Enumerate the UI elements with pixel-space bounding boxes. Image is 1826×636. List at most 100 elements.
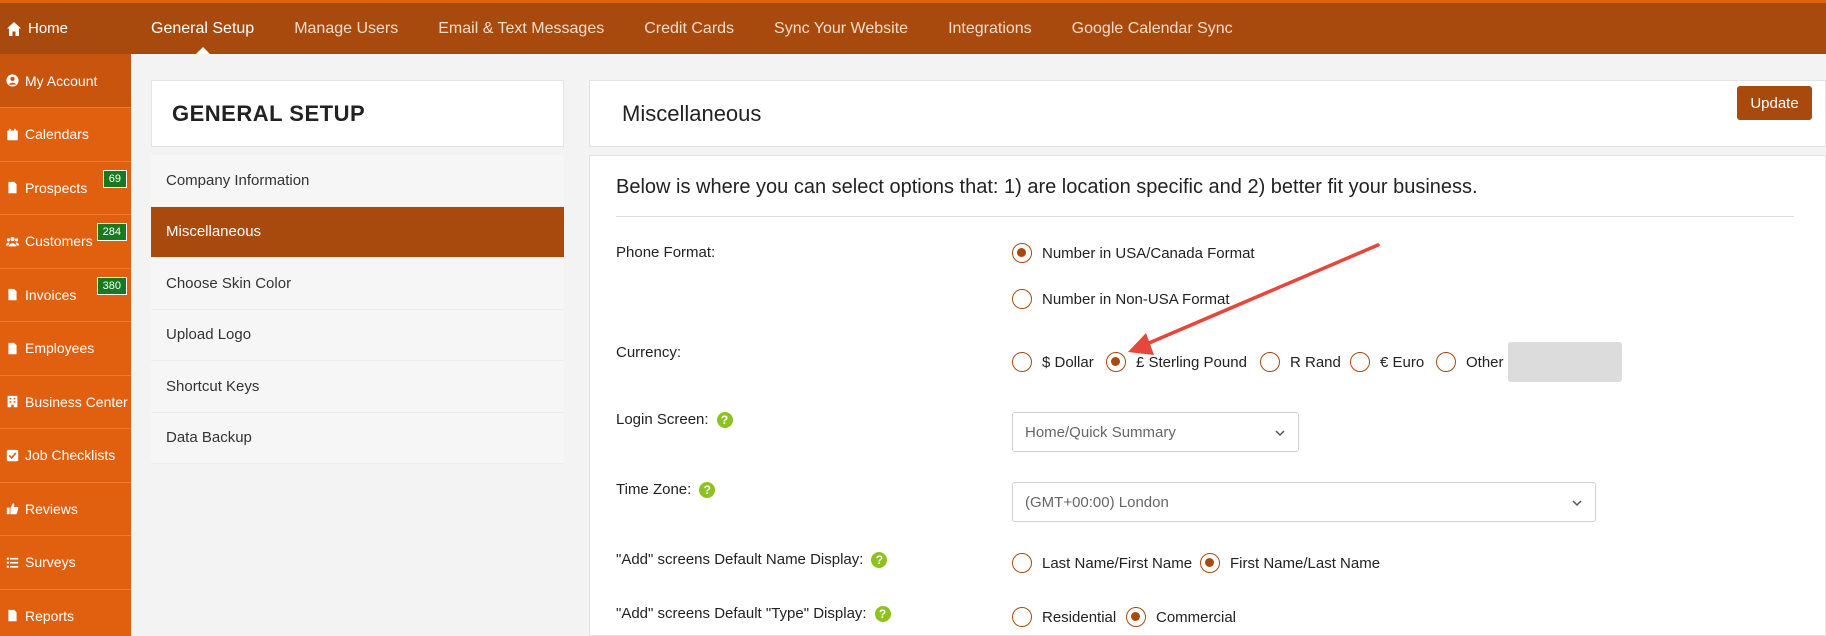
sidebar-item-label: My Account	[25, 72, 98, 89]
sidebar-item-customers[interactable]: Customers 284	[0, 215, 131, 269]
help-icon[interactable]: ?	[874, 605, 891, 622]
home-label: Home	[28, 20, 69, 37]
currency-dollar-radio[interactable]: $ Dollar	[1012, 352, 1094, 372]
sidebar-item-calendars[interactable]: Calendars	[0, 108, 131, 162]
login-screen-label-text: Login Screen:	[616, 411, 709, 428]
name-display-label: "Add" screens Default Name Display: ?	[616, 551, 888, 568]
currency-label-text: Currency:	[616, 344, 682, 361]
top-navbar: Home General Setup Manage Users Email & …	[0, 0, 1826, 54]
general-setup-title: GENERAL SETUP	[172, 100, 366, 126]
login-screen-select[interactable]: Home/Quick Summary	[1012, 412, 1299, 452]
tab-manage-users[interactable]: Manage Users	[274, 3, 418, 54]
settings-panel: Below is where you can select options th…	[589, 155, 1826, 636]
sidebar-item-reports[interactable]: Reports	[0, 590, 131, 636]
sidebar-item-reviews[interactable]: Reviews	[0, 483, 131, 536]
sidebar-item-employees[interactable]: Employees	[0, 322, 131, 376]
currency-euro-radio[interactable]: € Euro	[1350, 352, 1424, 372]
sidebar-item-prospects[interactable]: Prospects 69	[0, 162, 131, 215]
menu-item-upload-logo[interactable]: Upload Logo	[151, 310, 564, 361]
radio-label: Number in USA/Canada Format	[1042, 244, 1255, 262]
sidebar-item-surveys[interactable]: Surveys	[0, 536, 131, 590]
currency-other-radio[interactable]: Other	[1436, 352, 1504, 372]
name-last-first-radio[interactable]: Last Name/First Name	[1012, 553, 1192, 573]
sidebar-item-label: Calendars	[25, 126, 89, 143]
help-icon[interactable]: ?	[871, 551, 888, 568]
login-screen-value: Home/Quick Summary	[1025, 423, 1176, 441]
sidebar-item-invoices[interactable]: Invoices 380	[0, 269, 131, 322]
menu-item-miscellaneous[interactable]: Miscellaneous	[151, 206, 564, 258]
radio-dot	[1012, 352, 1032, 372]
time-zone-select[interactable]: (GMT+00:00) London	[1012, 482, 1596, 522]
type-commercial-radio[interactable]: Commercial	[1126, 607, 1236, 627]
name-first-last-radio[interactable]: First Name/Last Name	[1200, 553, 1380, 573]
radio-dot	[1436, 352, 1456, 372]
tab-credit-cards[interactable]: Credit Cards	[624, 3, 754, 54]
tab-general-setup[interactable]: General Setup	[131, 3, 274, 54]
radio-dot	[1012, 553, 1032, 573]
type-display-label: "Add" screens Default "Type" Display: ?	[616, 605, 891, 622]
sidebar: My Account Calendars Prospects 69 Custom…	[0, 54, 131, 636]
radio-dot	[1350, 352, 1370, 372]
radio-dot	[1106, 352, 1126, 372]
help-icon[interactable]: ?	[716, 411, 733, 428]
radio-dot	[1260, 352, 1280, 372]
general-setup-menu: Company Information Miscellaneous Choose…	[151, 155, 564, 464]
phone-format-label-text: Phone Format:	[616, 244, 716, 261]
update-button[interactable]: Update	[1737, 86, 1812, 120]
radio-label: Last Name/First Name	[1042, 554, 1193, 572]
radio-label: First Name/Last Name	[1230, 554, 1381, 572]
general-setup-header: GENERAL SETUP	[151, 80, 564, 147]
menu-item-choose-skin-color[interactable]: Choose Skin Color	[151, 258, 564, 310]
help-icon[interactable]: ?	[699, 481, 716, 498]
radio-label: Residential	[1042, 608, 1117, 626]
sidebar-item-label: Job Checklists	[25, 447, 116, 464]
currency-sterling-radio[interactable]: £ Sterling Pound	[1106, 352, 1247, 372]
tab-sync-your-website[interactable]: Sync Your Website	[754, 3, 928, 54]
count-badge: 380	[96, 276, 127, 295]
divider	[616, 216, 1794, 217]
phone-non-usa-radio[interactable]: Number in Non-USA Format	[1012, 289, 1230, 309]
radio-label: € Euro	[1380, 353, 1425, 371]
sidebar-item-label: Customers	[25, 233, 93, 250]
file-icon	[8, 610, 17, 622]
panel-header: Miscellaneous	[589, 80, 1826, 147]
sidebar-item-my-account[interactable]: My Account	[0, 54, 131, 108]
menu-item-shortcut-keys[interactable]: Shortcut Keys	[151, 361, 564, 413]
menu-item-company-information[interactable]: Company Information	[151, 155, 564, 207]
list-icon	[6, 557, 19, 568]
radio-dot	[1200, 553, 1220, 573]
panel-title: Miscellaneous	[622, 100, 762, 126]
intro-text: Below is where you can select options th…	[616, 176, 1478, 198]
currency-other-input[interactable]	[1508, 342, 1622, 382]
tab-integrations[interactable]: Integrations	[928, 3, 1052, 54]
radio-dot	[1012, 243, 1032, 263]
checkbox-icon	[6, 449, 19, 461]
phone-usa-radio[interactable]: Number in USA/Canada Format	[1012, 243, 1255, 263]
menu-item-data-backup[interactable]: Data Backup	[151, 413, 564, 464]
tab-google-calendar-sync[interactable]: Google Calendar Sync	[1052, 3, 1253, 54]
home-icon	[7, 21, 21, 36]
sidebar-item-label: Reports	[25, 607, 75, 624]
phone-format-label: Phone Format:	[616, 244, 715, 261]
file-icon	[8, 342, 17, 354]
radio-dot	[1126, 607, 1146, 627]
chevron-down-icon	[1275, 430, 1285, 437]
login-screen-label: Login Screen: ?	[616, 411, 733, 428]
radio-label: R Rand	[1290, 353, 1341, 371]
sidebar-item-label: Surveys	[25, 554, 76, 571]
currency-rand-radio[interactable]: R Rand	[1260, 352, 1341, 372]
sidebar-item-job-checklists[interactable]: Job Checklists	[0, 429, 131, 483]
tab-email-text-messages[interactable]: Email & Text Messages	[418, 3, 624, 54]
user-circle-icon	[6, 74, 19, 87]
radio-label: Commercial	[1156, 608, 1237, 626]
count-badge: 284	[96, 223, 127, 241]
home-link[interactable]: Home	[0, 3, 131, 54]
sidebar-item-label: Invoices	[25, 286, 77, 303]
sidebar-item-label: Business Center	[25, 393, 128, 410]
sidebar-item-label: Employees	[25, 340, 95, 357]
time-zone-label: Time Zone: ?	[616, 481, 716, 498]
name-display-label-text: "Add" screens Default Name Display:	[616, 551, 864, 568]
sidebar-item-business-center[interactable]: Business Center	[0, 376, 131, 429]
time-zone-value: (GMT+00:00) London	[1025, 493, 1169, 511]
type-residential-radio[interactable]: Residential	[1012, 607, 1116, 627]
